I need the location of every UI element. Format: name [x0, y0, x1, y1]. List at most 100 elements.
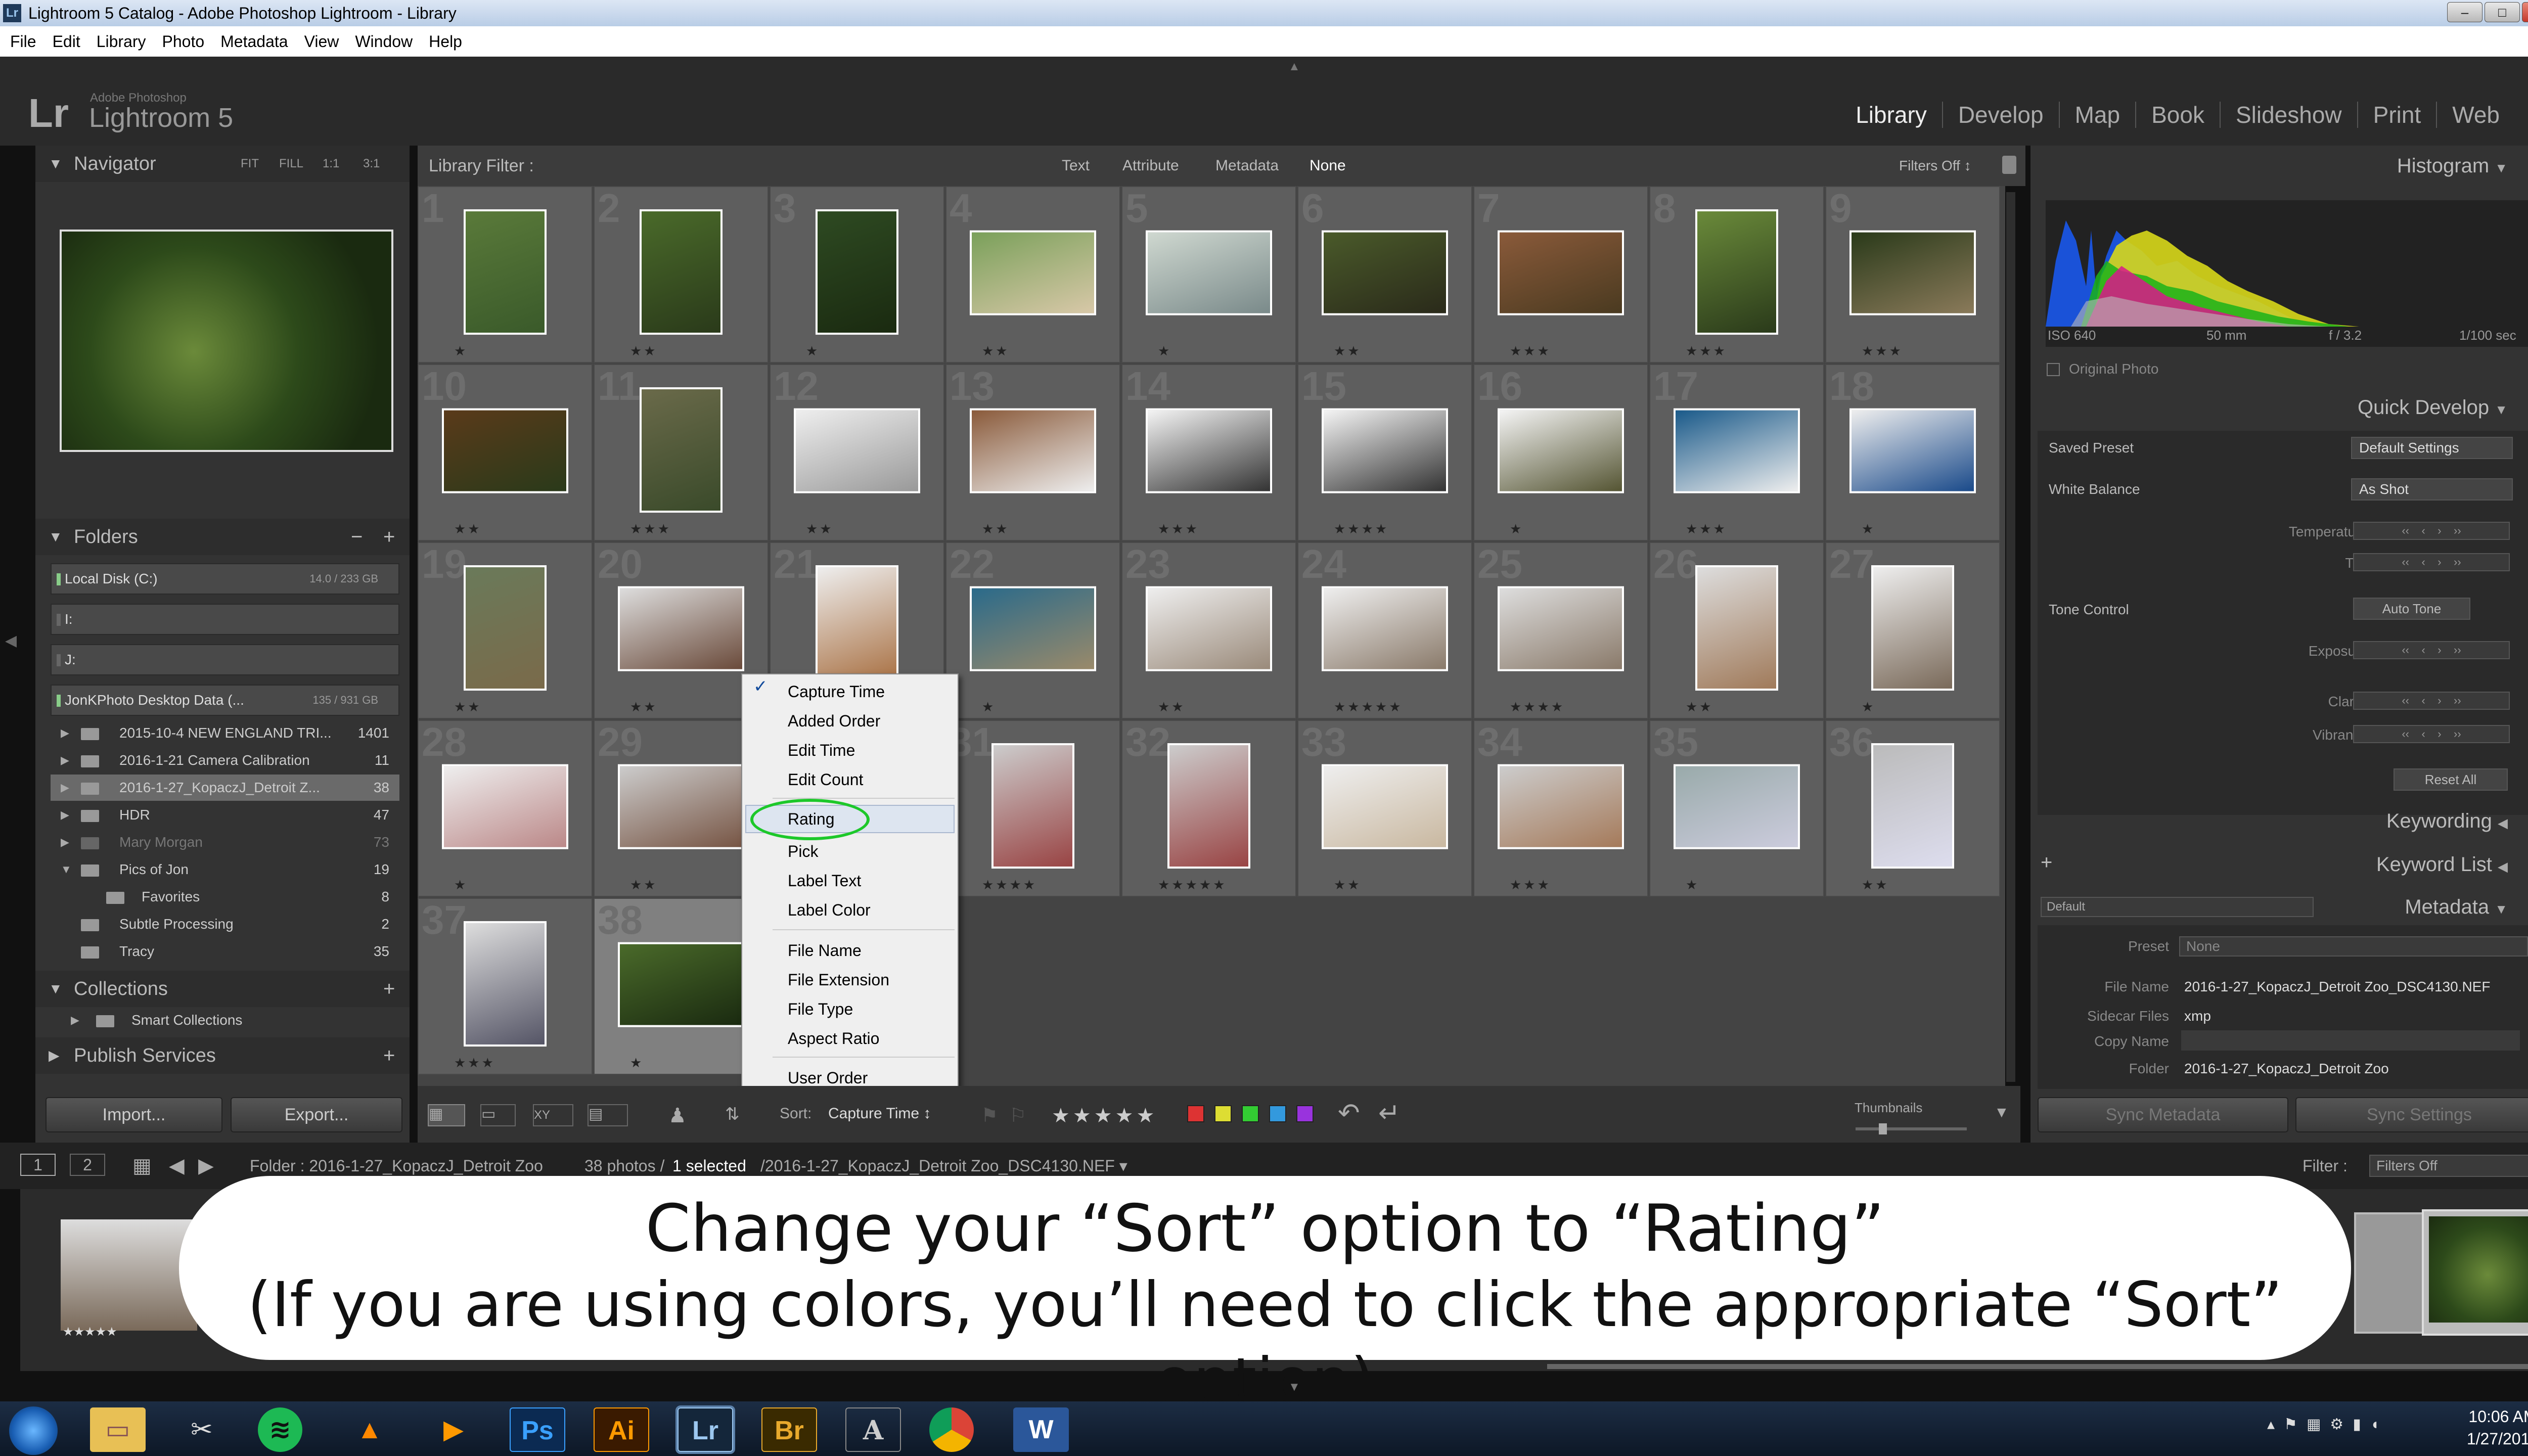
file-name-value[interactable]: 2016-1-27_KopaczJ_Detroit Zoo_DSC4130.NE…	[2184, 979, 2490, 995]
photo-thumbnail[interactable]	[464, 565, 547, 691]
back-arrow-icon[interactable]: ◀	[169, 1143, 185, 1189]
cell-star-rating[interactable]: ★	[1686, 877, 1699, 893]
snipping-tool-icon[interactable]: ✂	[174, 1407, 230, 1452]
thumbnail-size-slider[interactable]	[1856, 1127, 1967, 1130]
grid-cell[interactable]: 27 ★	[1825, 542, 2000, 719]
folder-item[interactable]: ▶ HDR 47	[51, 802, 399, 828]
reject-flag-icon[interactable]: ⚐	[1009, 1104, 1026, 1126]
illustrator-taskbar-icon[interactable]: Ai	[594, 1407, 649, 1452]
grid-cell[interactable]: 12 ★★	[770, 364, 944, 541]
photo-thumbnail[interactable]	[1146, 230, 1272, 315]
grid-cell[interactable]: 17 ★★★	[1649, 364, 1824, 541]
smart-collections-item[interactable]: ▶ Smart Collections	[51, 1007, 399, 1033]
menu-file[interactable]: File	[10, 26, 36, 57]
chrome-icon[interactable]	[929, 1407, 974, 1452]
photo-thumbnail[interactable]	[1871, 743, 1954, 869]
cell-star-rating[interactable]: ★★★★	[1334, 521, 1389, 537]
cell-star-rating[interactable]: ★	[1158, 343, 1171, 359]
rotate-left-icon[interactable]: ↶	[1338, 1098, 1360, 1128]
cell-star-rating[interactable]: ★★★★★	[1158, 877, 1227, 893]
filter-text[interactable]: Text	[1062, 146, 1090, 186]
grid-cell[interactable]: 33 ★★	[1297, 720, 1472, 897]
maximize-button[interactable]: □	[2485, 2, 2520, 22]
photo-thumbnail[interactable]	[1322, 408, 1448, 493]
cell-star-rating[interactable]: ★★	[982, 521, 1010, 537]
spray-can-icon[interactable]: ♟	[668, 1104, 689, 1127]
photo-thumbnail[interactable]	[640, 209, 723, 335]
filmstrip-selected-frame[interactable]	[2422, 1209, 2528, 1336]
grid-cell[interactable]: 15 ★★★★	[1297, 364, 1472, 541]
grid-cell[interactable]: 6 ★★	[1297, 186, 1472, 363]
metadata-header[interactable]: Metadata ▼	[2405, 896, 2508, 919]
media-player-icon[interactable]: ▶	[426, 1407, 481, 1452]
photoshop-taskbar-icon[interactable]: Ps	[510, 1407, 565, 1452]
auto-tone-button[interactable]: Auto Tone	[2353, 598, 2470, 620]
cell-star-rating[interactable]: ★★	[1334, 343, 1362, 359]
sync-settings-button[interactable]: Sync Settings	[2295, 1097, 2528, 1132]
cell-star-rating[interactable]: ★★	[1334, 877, 1362, 893]
color-label-green[interactable]	[1242, 1105, 1259, 1122]
sort-file-type[interactable]: File Type	[788, 995, 853, 1023]
menu-view[interactable]: View	[304, 26, 339, 57]
cell-star-rating[interactable]: ★★★★	[982, 877, 1037, 893]
photo-thumbnail[interactable]	[1146, 408, 1272, 493]
loupe-view-icon[interactable]: ▭	[480, 1104, 516, 1126]
color-label-red[interactable]	[1187, 1105, 1204, 1122]
grid-cell[interactable]: 23 ★★	[1121, 542, 1296, 719]
export-button[interactable]: Export...	[231, 1097, 402, 1132]
folder-value[interactable]: 2016-1-27_KopaczJ_Detroit Zoo	[2184, 1061, 2389, 1077]
grid-cell[interactable]: 8 ★★★	[1649, 186, 1824, 363]
photo-thumbnail[interactable]	[1695, 565, 1778, 691]
grid-cell[interactable]: 2 ★★	[594, 186, 769, 363]
add-publish-icon[interactable]: +	[383, 1037, 395, 1074]
folder-item-selected[interactable]: ▶ 2016-1-27_KopaczJ_Detroit Z... 38	[51, 775, 399, 801]
grid-cell[interactable]: 35 ★	[1649, 720, 1824, 897]
grid-cell[interactable]: 9 ★★★	[1825, 186, 2000, 363]
grid-cell[interactable]: 16 ★	[1473, 364, 1648, 541]
exposure-buttons[interactable]: ‹‹ ‹ › ››	[2353, 641, 2510, 659]
folder-item[interactable]: ▶ 2016-1-21 Camera Calibration 11	[51, 747, 399, 774]
add-folder-icon[interactable]: +	[383, 519, 395, 555]
menu-help[interactable]: Help	[429, 26, 462, 57]
photo-thumbnail[interactable]	[1849, 408, 1976, 493]
zoom-fit[interactable]: FIT	[241, 146, 259, 182]
sort-label-color[interactable]: Label Color	[788, 896, 871, 924]
screen-1-button[interactable]: 1	[20, 1154, 56, 1176]
cell-star-rating[interactable]: ★	[806, 343, 820, 359]
compare-view-icon[interactable]: XY	[533, 1104, 573, 1126]
cell-star-rating[interactable]: ★★	[454, 699, 482, 715]
cell-star-rating[interactable]: ★★	[630, 877, 658, 893]
color-label-purple[interactable]	[1296, 1105, 1314, 1122]
photo-thumbnail[interactable]	[991, 743, 1074, 869]
grid-cell[interactable]: 31 ★★★★	[945, 720, 1120, 897]
grid-cell[interactable]: 24 ★★★★★	[1297, 542, 1472, 719]
photo-thumbnail[interactable]	[1498, 586, 1624, 671]
photo-thumbnail[interactable]	[442, 764, 568, 849]
grid-cell[interactable]: 3 ★	[770, 186, 944, 363]
cell-star-rating[interactable]: ★★★	[454, 1055, 495, 1071]
cell-star-rating[interactable]: ★★★	[630, 521, 671, 537]
folder-item[interactable]: ▶ Mary Morgan 73	[51, 829, 399, 855]
thumbnail-slider-handle[interactable]	[1879, 1123, 1887, 1134]
sort-pick[interactable]: Pick	[788, 837, 818, 866]
sort-edit-time[interactable]: Edit Time	[788, 736, 855, 764]
photo-thumbnail[interactable]	[794, 408, 920, 493]
photo-thumbnail[interactable]	[970, 230, 1096, 315]
clarity-buttons[interactable]: ‹‹ ‹ › ››	[2353, 692, 2510, 710]
clock-time[interactable]: 10:06 AM	[2457, 1407, 2528, 1426]
photo-thumbnail[interactable]	[1322, 764, 1448, 849]
cell-star-rating[interactable]: ★	[454, 343, 468, 359]
zoom-3to1[interactable]: 3:1	[363, 146, 380, 182]
original-photo-checkbox[interactable]	[2047, 363, 2060, 376]
cell-star-rating[interactable]: ★★★	[1686, 343, 1727, 359]
metadata-preset-dropdown[interactable]: None	[2179, 936, 2528, 957]
grid-cell[interactable]: 7 ★★★	[1473, 186, 1648, 363]
cell-star-rating[interactable]: ★★	[1862, 877, 1889, 893]
vibrance-buttons[interactable]: ‹‹ ‹ › ››	[2353, 725, 2510, 743]
white-balance-dropdown[interactable]: As Shot	[2351, 478, 2513, 500]
cell-star-rating[interactable]: ★	[630, 1055, 644, 1071]
photo-thumbnail[interactable]	[464, 921, 547, 1047]
grid-cell[interactable]: 13 ★★	[945, 364, 1120, 541]
add-collection-icon[interactable]: +	[383, 971, 395, 1007]
left-panel-toggle-icon[interactable]: ◀	[5, 632, 17, 650]
